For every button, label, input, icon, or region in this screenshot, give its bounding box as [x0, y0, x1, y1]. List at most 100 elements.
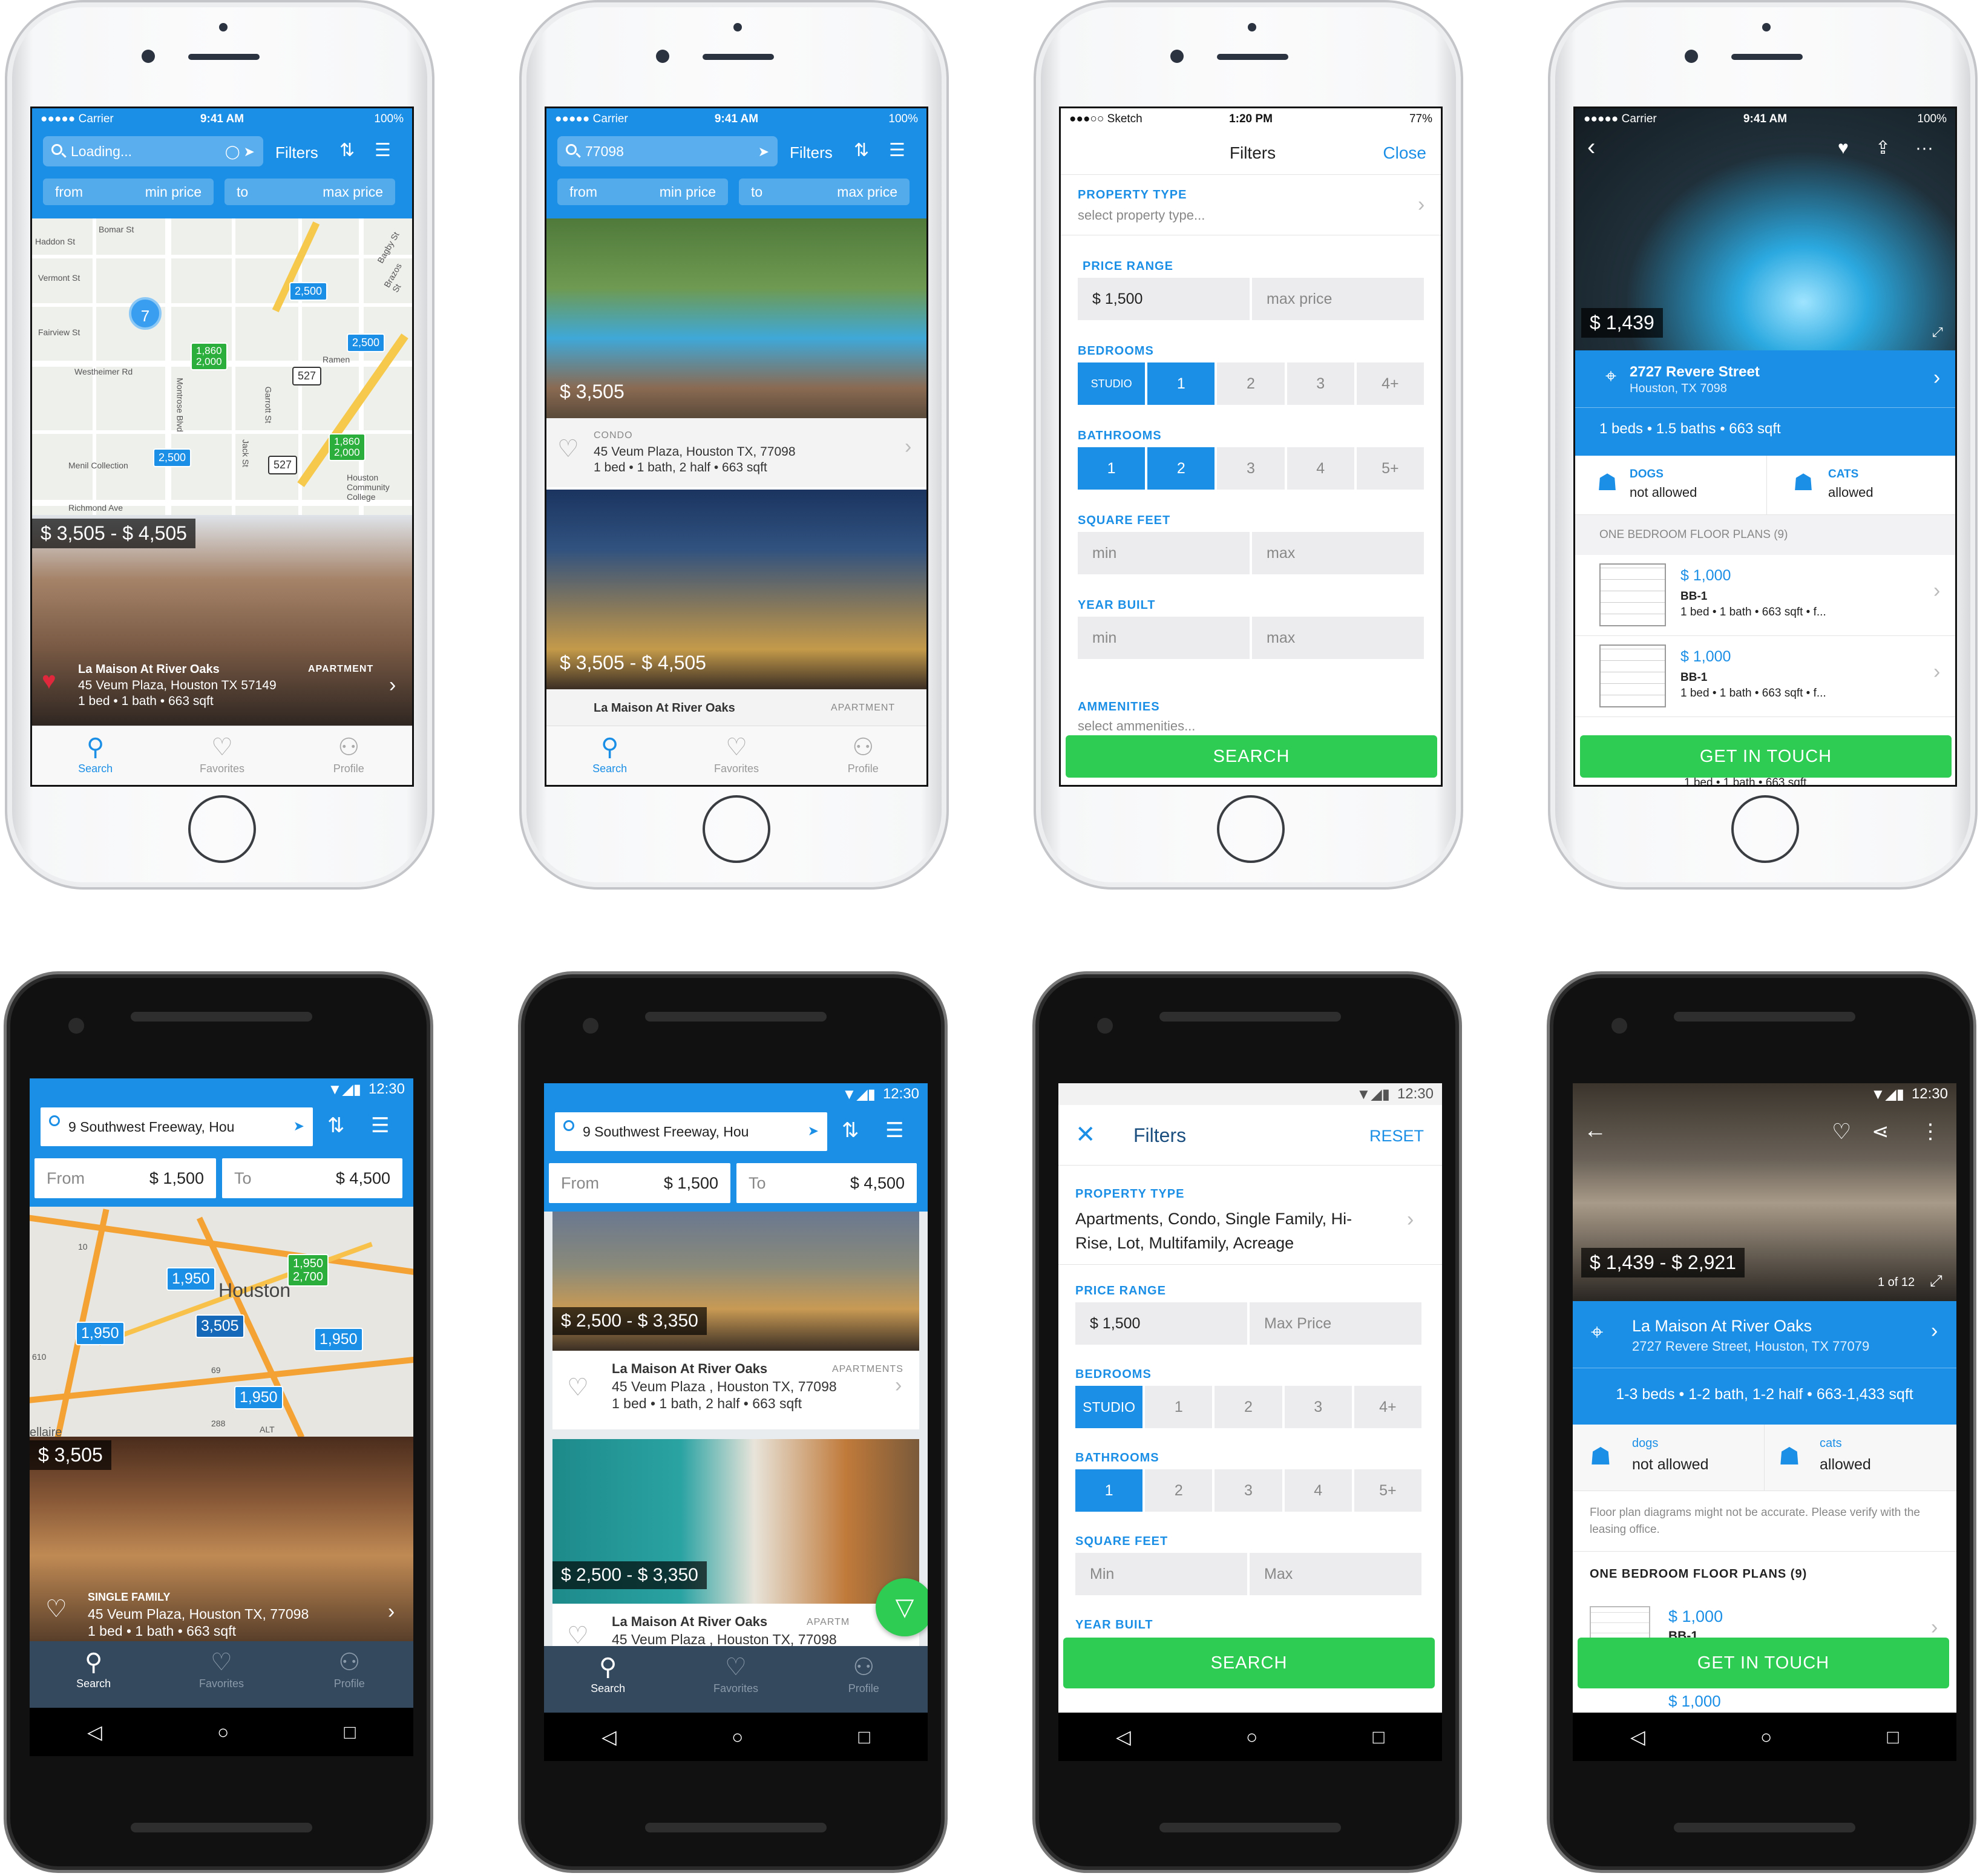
price-marker[interactable]: 1,950 [166, 1267, 215, 1291]
tab-favorites[interactable]: ♡ Favorites [158, 1641, 284, 1708]
sort-icon[interactable]: ⇅ [842, 1120, 859, 1141]
listing-photo[interactable]: $ 3,505 ♡ SINGLE FAMILY 45 Veum Plaza, H… [30, 1437, 413, 1653]
back-icon[interactable]: ◁ [1630, 1725, 1645, 1748]
heart-icon[interactable]: ♡ [557, 435, 579, 463]
heart-icon[interactable]: ♥ [1838, 137, 1849, 159]
price-marker[interactable]: 1,950 [314, 1328, 363, 1351]
tab-favorites[interactable]: ♡ Favorites [672, 1646, 799, 1713]
bath-option[interactable]: 4 [1284, 1469, 1352, 1512]
home-button[interactable] [703, 795, 770, 863]
heart-icon[interactable]: ♡ [45, 1595, 67, 1623]
floor-plan-row[interactable]: $ 1,000 BB-1 1 bed • 1 bath • 663 sqft •… [1575, 636, 1955, 717]
reset-button[interactable]: RESET [1369, 1127, 1424, 1146]
tab-search[interactable]: ⚲ Search [547, 726, 672, 785]
max-price-field[interactable]: To $ 4,500 [222, 1158, 402, 1198]
year-max-input[interactable]: max [1252, 617, 1424, 659]
get-in-touch-button[interactable]: GET IN TOUCH [1578, 1638, 1949, 1688]
listing-photo[interactable]: $ 3,505 - $ 4,505 [546, 490, 926, 689]
map[interactable]: 7 2,500 2,500 2,500 1,860 2,000 1,860 2,… [32, 218, 412, 515]
sqft-min-input[interactable]: min [1078, 532, 1250, 574]
expand-icon[interactable]: ⤢ [1930, 1270, 1942, 1291]
search-input[interactable]: 9 Southwest Freeway, Hou ➤ [555, 1112, 827, 1151]
sqft-min-input[interactable]: Min [1075, 1553, 1247, 1595]
sort-icon[interactable]: ⇅ [854, 140, 869, 162]
location-arrow-icon[interactable]: ◯ ➤ [225, 144, 255, 160]
bed-option[interactable]: 1 [1145, 1386, 1213, 1428]
back-icon[interactable]: ◁ [87, 1720, 102, 1743]
listing-card[interactable]: ♡ La Maison At River Oaks APARTMENTS 45 … [552, 1351, 919, 1429]
more-vertical-icon[interactable]: ⋮ [1920, 1121, 1941, 1143]
recents-icon[interactable]: □ [859, 1726, 870, 1748]
hero-photo[interactable]: ▼◢▮ 12:30 ← ♡ ⋖ ⋮ $ 1,439 - $ 2,921 1 of … [1573, 1083, 1956, 1301]
price-marker[interactable]: 3,505 [195, 1314, 244, 1338]
price-marker[interactable]: 2,500 [289, 282, 328, 301]
tab-profile[interactable]: ⚇ Profile [801, 1646, 927, 1713]
location-arrow-icon[interactable]: ➤ [758, 144, 769, 160]
expand-icon[interactable]: ⤢ [1932, 321, 1943, 343]
tab-search[interactable]: ⚲ Search [33, 726, 158, 785]
list-view-icon[interactable]: ☰ [371, 1115, 389, 1136]
share-icon[interactable]: ⇪ [1875, 137, 1890, 159]
back-arrow-icon[interactable]: ‹ [1587, 135, 1595, 159]
home-icon[interactable]: ○ [1760, 1726, 1772, 1748]
building-marker[interactable]: 1,860 2,000 [191, 343, 228, 370]
min-price-field[interactable]: From $ 1,500 [549, 1163, 730, 1203]
min-price-field[interactable]: from min price [43, 179, 214, 205]
bath-option[interactable]: 3 [1215, 1469, 1282, 1512]
min-price-field[interactable]: From $ 1,500 [34, 1158, 216, 1198]
list-view-icon[interactable]: ☰ [885, 1120, 903, 1141]
share-icon[interactable]: ⋖ [1872, 1121, 1889, 1143]
sqft-max-input[interactable]: max [1252, 532, 1424, 574]
recents-icon[interactable]: □ [1373, 1726, 1385, 1748]
year-min-input[interactable]: min [1078, 617, 1250, 659]
tab-search[interactable]: ⚲ Search [545, 1646, 671, 1713]
search-input[interactable]: Loading... ◯ ➤ [43, 136, 263, 166]
bed-option[interactable]: 4+ [1354, 1386, 1422, 1428]
more-icon[interactable]: ··· [1915, 137, 1933, 159]
sort-icon[interactable]: ⇅ [327, 1115, 345, 1136]
location-arrow-icon[interactable]: ➤ [808, 1123, 819, 1139]
close-button[interactable]: Close [1383, 143, 1426, 163]
filter-fab-icon[interactable]: ▽ [876, 1578, 928, 1636]
amenities-placeholder[interactable]: select ammenities... [1078, 718, 1195, 734]
search-input[interactable]: 77098 ➤ [557, 136, 778, 166]
address-block[interactable]: ⌖ La Maison At River Oaks 2727 Revere St… [1573, 1301, 1956, 1425]
bath-option[interactable]: 3 [1217, 447, 1285, 490]
list-view-icon[interactable]: ☰ [375, 140, 391, 162]
bed-option[interactable]: 2 [1215, 1386, 1282, 1428]
filters-button[interactable]: Filters [275, 143, 318, 162]
hero-photo[interactable]: ●●●●● Carrier 9:41 AM 100% ‹ ♥ ⇪ ··· $ 1,4… [1575, 108, 1955, 350]
tab-search[interactable]: ⚲ Search [30, 1641, 157, 1708]
bed-option[interactable]: 1 [1147, 362, 1215, 405]
address-block[interactable]: ⌖ 2727 Revere Street Houston, TX 7098 › … [1575, 350, 1955, 456]
listing-photo[interactable]: $ 3,505 [546, 218, 926, 418]
bath-option[interactable]: 1 [1078, 447, 1146, 490]
price-marker[interactable]: 1,950 [76, 1322, 125, 1345]
listing-card[interactable]: ♡ CONDO 45 Veum Plaza, Houston TX, 77098… [546, 418, 926, 487]
list-view-icon[interactable]: ☰ [889, 140, 905, 162]
map[interactable]: Houston 1,950 1,950 3,505 1,950 1,950 1,… [30, 1207, 413, 1437]
floor-plan-row[interactable]: $ 1,000 BB-1 1 bed • 1 bath • 663 sqft •… [1575, 555, 1955, 636]
min-price-field[interactable]: from min price [557, 179, 728, 205]
home-icon[interactable]: ○ [732, 1726, 743, 1748]
bath-option[interactable]: 5+ [1354, 1469, 1422, 1512]
bed-option[interactable]: STUDIO [1078, 362, 1146, 405]
price-marker[interactable]: 2,500 [347, 333, 385, 352]
max-price-field[interactable]: to max price [739, 179, 910, 205]
location-arrow-icon[interactable]: ➤ [293, 1118, 304, 1134]
home-icon[interactable]: ○ [217, 1721, 229, 1743]
price-marker[interactable]: 2,500 [153, 448, 192, 467]
home-button[interactable] [1731, 795, 1799, 863]
property-type-row[interactable]: PROPERTY TYPE select property type... › [1061, 175, 1441, 235]
cluster-marker[interactable]: 7 [129, 297, 162, 330]
listing-photo[interactable]: $ 3,505 - $ 4,505 ♥ La Maison At River O… [32, 515, 412, 729]
listing-photo[interactable]: $ 2,500 - $ 3,350 [552, 1212, 919, 1351]
tab-favorites[interactable]: ♡ Favorites [674, 726, 799, 785]
max-price-field[interactable]: To $ 4,500 [736, 1163, 917, 1203]
building-marker[interactable]: 1,860 2,000 [329, 433, 366, 461]
bed-option[interactable]: 4+ [1356, 362, 1424, 405]
building-marker[interactable]: 1,950 2,700 [287, 1254, 329, 1287]
sqft-max-input[interactable]: Max [1250, 1553, 1421, 1595]
search-input[interactable]: 9 Southwest Freeway, Hou ➤ [41, 1107, 313, 1146]
recents-icon[interactable]: □ [344, 1721, 356, 1743]
